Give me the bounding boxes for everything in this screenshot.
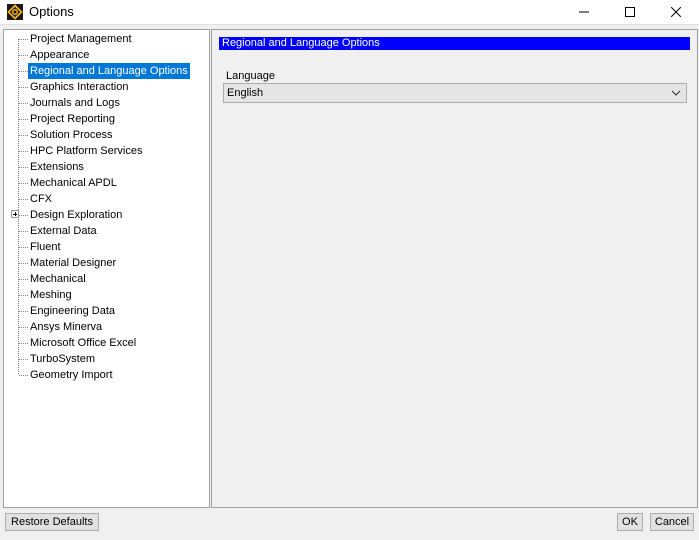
language-dropdown[interactable]: English xyxy=(223,83,687,103)
section-header: Regional and Language Options xyxy=(219,37,690,50)
tree-item-label: CFX xyxy=(30,193,52,205)
tree-item-mechanical-apdl[interactable]: Mechanical APDL xyxy=(4,175,209,191)
minimize-icon xyxy=(579,11,589,13)
tree-item-mechanical[interactable]: Mechanical xyxy=(4,271,209,287)
tree-item-label: Regional and Language Options xyxy=(28,63,190,79)
language-label: Language xyxy=(226,70,275,82)
tree-item-label: Material Designer xyxy=(30,257,117,269)
tree-item-regional-language-options[interactable]: Regional and Language Options xyxy=(4,63,209,79)
restore-defaults-button[interactable]: Restore Defaults xyxy=(5,513,99,531)
tree-item-cfx[interactable]: CFX xyxy=(4,191,209,207)
tree-item-label: Meshing xyxy=(30,289,72,301)
options-tree[interactable]: Project Management Appearance Regional a… xyxy=(3,29,210,508)
tree-item-label: Appearance xyxy=(30,49,90,61)
tree-item-label: Project Reporting xyxy=(30,113,115,125)
tree-item-label: Design Exploration xyxy=(30,209,123,221)
tree-item-label: Fluent xyxy=(30,241,61,253)
language-selected-value: English xyxy=(227,87,264,99)
maximize-button[interactable] xyxy=(607,0,653,24)
tree-item-label: HPC Platform Services xyxy=(30,145,143,157)
ansys-app-icon xyxy=(7,4,23,20)
tree-item-graphics-interaction[interactable]: Graphics Interaction xyxy=(4,79,209,95)
cancel-button[interactable]: Cancel xyxy=(650,513,694,531)
tree-item-ansys-minerva[interactable]: Ansys Minerva xyxy=(4,319,209,335)
tree-item-appearance[interactable]: Appearance xyxy=(4,47,209,63)
tree-item-label: Solution Process xyxy=(30,129,113,141)
tree-item-project-management[interactable]: Project Management xyxy=(4,31,209,47)
tree-item-label: Extensions xyxy=(30,161,84,173)
tree-item-label: Project Management xyxy=(30,33,132,45)
tree-item-turbosystem[interactable]: TurboSystem xyxy=(4,351,209,367)
title-bar: Options xyxy=(0,0,699,24)
tree-item-label: External Data xyxy=(30,225,97,237)
tree-item-hpc-platform-services[interactable]: HPC Platform Services xyxy=(4,143,209,159)
tree-item-label: Microsoft Office Excel xyxy=(30,337,137,349)
tree-item-label: Ansys Minerva xyxy=(30,321,103,333)
tree-item-label: Geometry Import xyxy=(30,369,113,381)
tree-item-label: Mechanical APDL xyxy=(30,177,117,189)
tree-item-label: Mechanical xyxy=(30,273,86,285)
chevron-down-icon xyxy=(671,90,681,96)
tree-item-microsoft-office-excel[interactable]: Microsoft Office Excel xyxy=(4,335,209,351)
tree-item-material-designer[interactable]: Material Designer xyxy=(4,255,209,271)
tree-item-label: TurboSystem xyxy=(30,353,96,365)
close-button[interactable] xyxy=(653,0,699,24)
tree-item-solution-process[interactable]: Solution Process xyxy=(4,127,209,143)
tree-item-fluent[interactable]: Fluent xyxy=(4,239,209,255)
maximize-icon xyxy=(625,7,635,17)
tree-item-design-exploration[interactable]: Design Exploration xyxy=(4,207,209,223)
tree-item-geometry-import[interactable]: Geometry Import xyxy=(4,367,209,383)
window-title: Options xyxy=(29,4,74,19)
tree-item-engineering-data[interactable]: Engineering Data xyxy=(4,303,209,319)
ok-button[interactable]: OK xyxy=(617,513,643,531)
tree-item-meshing[interactable]: Meshing xyxy=(4,287,209,303)
tree-item-label: Journals and Logs xyxy=(30,97,120,109)
close-icon xyxy=(671,7,681,17)
tree-item-label: Graphics Interaction xyxy=(30,81,129,93)
tree-item-project-reporting[interactable]: Project Reporting xyxy=(4,111,209,127)
tree-item-journals-and-logs[interactable]: Journals and Logs xyxy=(4,95,209,111)
tree-item-external-data[interactable]: External Data xyxy=(4,223,209,239)
options-content-panel: Regional and Language Options Language E… xyxy=(211,29,698,508)
minimize-button[interactable] xyxy=(561,0,607,24)
expand-plus-icon[interactable] xyxy=(11,210,19,218)
tree-item-extensions[interactable]: Extensions xyxy=(4,159,209,175)
tree-item-label: Engineering Data xyxy=(30,305,116,317)
